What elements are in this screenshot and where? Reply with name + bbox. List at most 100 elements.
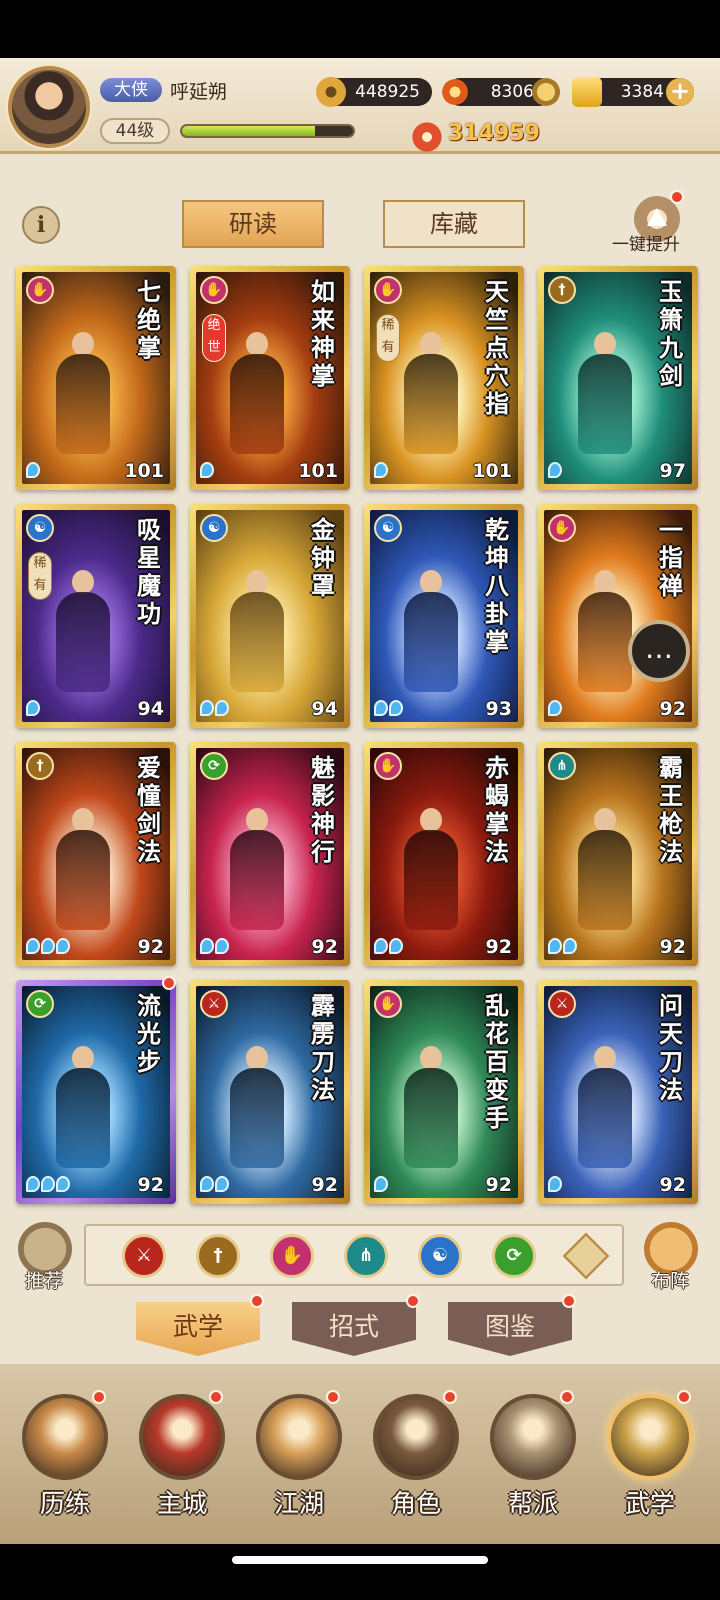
info-button[interactable]: i: [22, 206, 60, 244]
martial-icon: [607, 1394, 693, 1480]
star-icon: [26, 938, 40, 954]
skill-card[interactable]: ⋔ 霸王枪法 92: [538, 742, 698, 966]
combat-power-icon: [410, 120, 444, 154]
star-icon: [374, 1176, 388, 1192]
skill-level: 92: [659, 698, 686, 720]
skill-card[interactable]: ☯ 乾坤八卦掌 93: [364, 504, 524, 728]
skill-card[interactable]: ☯ 吸星魔功 稀有 94: [16, 504, 176, 728]
star-icon: [200, 700, 214, 716]
nav-martial[interactable]: 武学: [595, 1384, 705, 1534]
skill-card-art: ⚔ 问天刀法 92: [544, 986, 692, 1198]
skill-name: 吸星魔功: [137, 515, 161, 628]
formation-button[interactable]: 布阵: [638, 1222, 702, 1292]
star-icon: [26, 700, 40, 716]
skill-card-art: ✋ 一指禅 92: [544, 510, 692, 722]
skill-level: 101: [124, 460, 164, 482]
notification-dot: [443, 1390, 457, 1404]
nav-jianghu[interactable]: 江湖: [244, 1384, 354, 1534]
star-icon: [548, 462, 562, 478]
skill-name: 霸王枪法: [659, 753, 683, 866]
martial-arts-screen: 大侠 呼延朔 44级 448925 8306 3384 + 314959 i 研…: [0, 0, 720, 1600]
tab-martial[interactable]: 武学: [136, 1302, 260, 1356]
skill-card-art: † 玉箫九剑 97: [544, 272, 692, 484]
skill-card-art: ✋ 乱花百变手 92: [370, 986, 518, 1198]
movement-filter-icon[interactable]: ⟳: [492, 1234, 536, 1278]
star-icon: [215, 700, 229, 716]
tokens-value: 8306: [490, 82, 534, 102]
tokens-counter[interactable]: 8306: [440, 77, 560, 107]
recommend-label: 推荐: [24, 1270, 63, 1292]
onekey-upgrade-button[interactable]: 一键提升: [612, 190, 708, 256]
skill-card[interactable]: ☯ 金钟罩 94: [190, 504, 350, 728]
internal-filter-icon[interactable]: ☯: [418, 1234, 462, 1278]
notification-dot: [250, 1294, 264, 1308]
skill-card[interactable]: ⟳ 魅影神行 92: [190, 742, 350, 966]
skill-name: 魅影神行: [311, 753, 335, 866]
notification-dot: [677, 1390, 691, 1404]
star-rating: [374, 938, 404, 956]
nav-guild[interactable]: 帮派: [478, 1384, 588, 1534]
skill-card[interactable]: ⚔ 问天刀法 92: [538, 980, 698, 1204]
skill-card[interactable]: ✋ 如来神掌 绝世 101: [190, 266, 350, 490]
palm-school-icon: ✋: [374, 990, 402, 1018]
star-rating: [200, 1176, 230, 1194]
skill-card-art: ☯ 吸星魔功 稀有 94: [22, 510, 170, 722]
skill-card[interactable]: ⚔ 霹雳刀法 92: [190, 980, 350, 1204]
main-city-icon: [139, 1394, 225, 1480]
chat-button[interactable]: …: [628, 620, 690, 682]
skill-card[interactable]: ✋ 七绝掌 101: [16, 266, 176, 490]
player-avatar[interactable]: [8, 66, 90, 148]
gold-value: 3384: [620, 82, 664, 102]
skill-card[interactable]: † 玉箫九剑 97: [538, 266, 698, 490]
character-figure: [396, 808, 466, 938]
tab-read[interactable]: 研读: [182, 200, 324, 248]
movement-school-icon: ⟳: [26, 990, 54, 1018]
star-rating: [26, 1176, 71, 1194]
star-icon: [215, 938, 229, 954]
home-indicator: [0, 1544, 720, 1600]
star-rating: [374, 462, 389, 480]
tab-store[interactable]: 库藏: [383, 200, 525, 248]
plus-icon[interactable]: +: [666, 78, 694, 106]
sword-school-icon: †: [26, 752, 54, 780]
home-bar[interactable]: [232, 1556, 488, 1564]
skill-name: 天竺点穴指: [485, 277, 509, 418]
nav-training[interactable]: 历练: [10, 1384, 120, 1534]
coins-value: 448925: [355, 82, 420, 102]
skill-level: 101: [298, 460, 338, 482]
skill-card-art: ☯ 金钟罩 94: [196, 510, 344, 722]
skill-name: 流光步: [137, 991, 161, 1076]
onekey-upgrade-label: 一键提升: [612, 235, 680, 255]
internal-school-icon: ☯: [200, 514, 228, 542]
nav-main-city[interactable]: 主城: [127, 1384, 237, 1534]
palm-filter-icon[interactable]: ✋: [270, 1234, 314, 1278]
sword-filter-icon[interactable]: †: [196, 1234, 240, 1278]
tab-moves[interactable]: 招式: [292, 1302, 416, 1356]
formation-label: 布阵: [650, 1270, 689, 1292]
skill-card[interactable]: ✋ 一指禅 92: [538, 504, 698, 728]
skill-card[interactable]: ✋ 乱花百变手 92: [364, 980, 524, 1204]
nav-character[interactable]: 角色: [361, 1384, 471, 1534]
recommend-button[interactable]: 推荐: [12, 1222, 76, 1292]
skill-card-art: ⟳ 魅影神行 92: [196, 748, 344, 960]
nav-label: 历练: [39, 1489, 90, 1518]
coins-counter[interactable]: 448925: [316, 77, 432, 107]
skill-card-art: ⚔ 霹雳刀法 92: [196, 986, 344, 1198]
skill-card[interactable]: ✋ 赤蝎掌法 92: [364, 742, 524, 966]
tab-codex[interactable]: 图鉴: [448, 1302, 572, 1356]
star-icon: [389, 700, 403, 716]
filter-toggle-button[interactable]: [562, 1232, 610, 1280]
palm-school-icon: ✋: [548, 514, 576, 542]
gold-counter[interactable]: 3384 +: [572, 77, 694, 107]
spear-filter-icon[interactable]: ⋔: [344, 1234, 388, 1278]
skill-name: 金钟罩: [311, 515, 335, 600]
skill-card[interactable]: † 爱憧剑法 92: [16, 742, 176, 966]
notification-dot: [209, 1390, 223, 1404]
skill-card[interactable]: ✋ 天竺点穴指 稀有 101: [364, 266, 524, 490]
add-token-icon[interactable]: [532, 78, 560, 106]
player-name: 呼延朔: [170, 81, 228, 103]
blade-filter-icon[interactable]: ⚔: [122, 1234, 166, 1278]
palm-school-icon: ✋: [26, 276, 54, 304]
star-icon: [548, 700, 562, 716]
skill-card[interactable]: ⟳ 流光步 92: [16, 980, 176, 1204]
